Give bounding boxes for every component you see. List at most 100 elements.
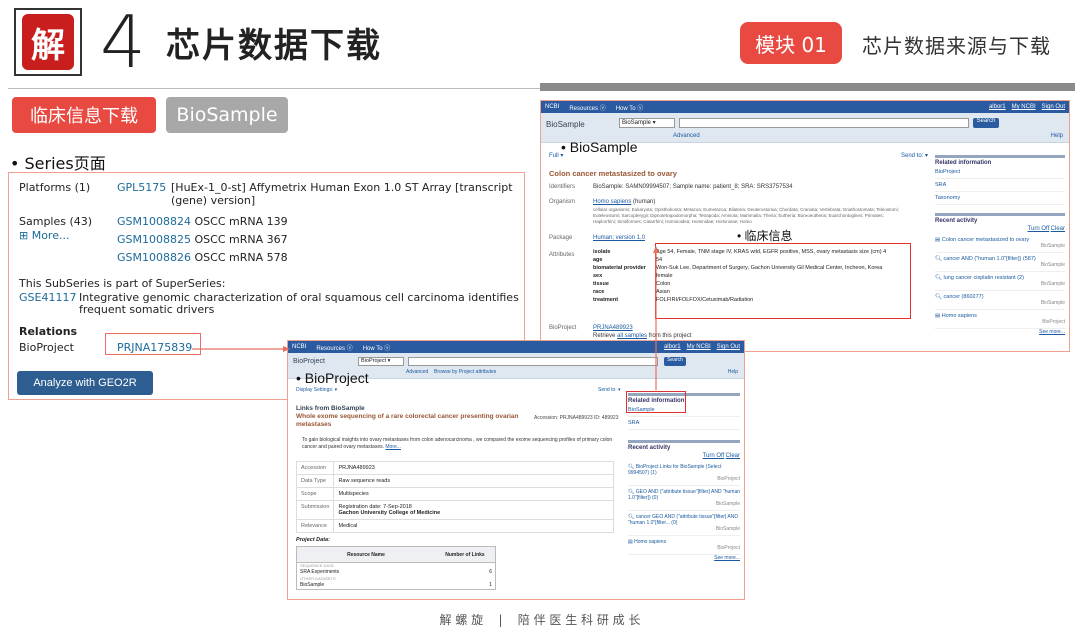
- col-resource: Resource Name: [347, 551, 385, 558]
- user-link[interactable]: albor1: [664, 344, 681, 350]
- lineage: cellular organisms; Eukaryota; Opisthoko…: [593, 207, 923, 225]
- search-button[interactable]: Search: [973, 118, 999, 128]
- meta-value-org: Gachon University College of Medicine: [338, 510, 441, 516]
- send-to-dropdown[interactable]: Send to: ▾: [598, 387, 621, 393]
- db-select[interactable]: BioSample ▾: [619, 118, 675, 128]
- full-format-dropdown[interactable]: Full ▾: [549, 152, 563, 159]
- package-label: Package: [549, 235, 573, 241]
- col-links: Number of Links: [445, 551, 485, 558]
- browse-attributes-link[interactable]: Browse by Project attributes: [434, 369, 496, 375]
- platforms-label: Platforms (1): [19, 181, 91, 194]
- meta-value: PRJNA489923: [333, 461, 614, 475]
- bioproject-link[interactable]: PRJNA175839: [117, 341, 192, 354]
- recent-db: BioSample: [1040, 281, 1065, 287]
- sample-link[interactable]: GSM1008826: [117, 251, 191, 264]
- advanced-link[interactable]: Advanced: [673, 133, 700, 139]
- recent-item[interactable]: 🔍︎ BioProject Links for BioSample (Selec…: [628, 461, 740, 486]
- identifiers-label: Identifiers: [549, 184, 576, 190]
- clear-link[interactable]: Clear: [726, 453, 740, 459]
- ncbi-nav-bar: NCBI Resources ⓥ How To ⓥ albor1 My NCBI S…: [541, 101, 1069, 113]
- recent-item[interactable]: 🔍︎ lung cancer cisplatin resistant (2) Bi…: [935, 272, 1065, 291]
- record-title: Colon cancer metastasized to ovary: [549, 169, 677, 178]
- see-more-link[interactable]: See more...: [935, 329, 1065, 335]
- all-samples-link[interactable]: all samples: [617, 333, 647, 339]
- help-link[interactable]: Help: [728, 369, 738, 375]
- organism-link[interactable]: Homo sapiens: [593, 199, 631, 205]
- document-icon: ▤: [628, 539, 633, 545]
- send-to-dropdown[interactable]: Send to: ▾: [901, 152, 928, 159]
- my-ncbi-link[interactable]: My NCBI: [687, 344, 711, 350]
- resources-menu[interactable]: Resources ⓥ: [316, 343, 352, 352]
- advanced-link[interactable]: Advanced: [406, 369, 428, 375]
- bioproject-field-label: BioProject: [549, 325, 577, 331]
- seal-mark: 解: [22, 14, 74, 70]
- related-info-heading: Related information: [935, 155, 1065, 166]
- help-link[interactable]: Help: [1051, 133, 1063, 139]
- recent-item[interactable]: 🔍︎ cancer (860277) BioSample: [935, 291, 1065, 310]
- recent-item[interactable]: ▤ Colon cancer metastasized to ovary BioS…: [935, 234, 1065, 253]
- header-bar: [540, 83, 1075, 91]
- table-row[interactable]: SRA Experiments 6: [297, 568, 495, 576]
- my-ncbi-link[interactable]: My NCBI: [1012, 104, 1036, 110]
- ncbi-logo[interactable]: NCBI: [545, 104, 559, 110]
- bioproject-label: BioProject: [19, 341, 74, 354]
- related-bioproject[interactable]: BioProject: [935, 166, 1065, 179]
- search-input[interactable]: [408, 357, 658, 366]
- recent-item[interactable]: 🔍︎ GEO AND ("attribute tissue"[filter] A…: [628, 486, 740, 511]
- recent-activity-heading: Recent activity: [628, 440, 740, 451]
- module-badge: 模块 01: [740, 22, 842, 64]
- clear-link[interactable]: Clear: [1051, 226, 1065, 232]
- db-label: BioProject: [293, 358, 325, 365]
- analyze-geo2r-button[interactable]: Analyze with GEO2R: [17, 371, 153, 395]
- sign-out-link[interactable]: Sign Out: [717, 344, 740, 350]
- table-row[interactable]: BioSample 1: [297, 581, 495, 589]
- footer-separator: |: [498, 613, 503, 627]
- package-link[interactable]: Human; version 1.0: [593, 235, 645, 241]
- display-settings-dropdown[interactable]: Display Settings: ▾: [296, 387, 337, 393]
- recent-db: BioSample: [1040, 243, 1065, 249]
- platform-link[interactable]: GPL5175: [117, 181, 166, 194]
- see-more-link[interactable]: See more...: [628, 555, 740, 561]
- meta-row: Accession PRJNA489923: [295, 461, 614, 475]
- recent-item[interactable]: 🔍︎ cancer AND ("human 1.0"[filter]) (587…: [935, 253, 1065, 272]
- sample-link[interactable]: GSM1008824: [117, 215, 191, 228]
- turn-off-link[interactable]: Turn Off: [703, 453, 725, 459]
- recent-db: BioProject: [717, 545, 740, 551]
- recent-db: BioSample: [715, 501, 740, 507]
- sign-out-link[interactable]: Sign Out: [1042, 104, 1065, 110]
- ncbi-logo[interactable]: NCBI: [292, 344, 306, 350]
- recent-item[interactable]: ▤ Homo sapiens BioProject: [628, 536, 740, 555]
- clinical-download-tab[interactable]: 临床信息下载: [12, 97, 156, 133]
- footer-slogan: 陪 伴 医 生 科 研 成 长: [517, 613, 641, 627]
- more-samples-link[interactable]: ⊞ More...: [19, 229, 69, 242]
- sample-link[interactable]: GSM1008825: [117, 233, 191, 246]
- user-link[interactable]: albor1: [989, 104, 1006, 110]
- attribute-key: treatment: [593, 297, 619, 303]
- project-meta-table: Accession PRJNA489923 Data Type Raw sequen…: [295, 461, 614, 533]
- logo: 解: [14, 8, 82, 76]
- superseries-link[interactable]: GSE41117: [19, 291, 76, 304]
- related-sra[interactable]: SRA: [628, 417, 740, 430]
- related-biosample-highlight: [626, 391, 686, 413]
- meta-key: Relevance: [295, 519, 335, 533]
- bioproject-link[interactable]: PRJNA489923: [593, 325, 633, 331]
- howto-menu[interactable]: How To ⓥ: [363, 343, 391, 352]
- document-icon: ▤: [935, 313, 941, 319]
- howto-menu[interactable]: How To ⓥ: [616, 103, 644, 112]
- recent-item[interactable]: ▤ Homo sapiens BioProject: [935, 310, 1065, 329]
- related-taxonomy[interactable]: Taxonomy: [935, 192, 1065, 205]
- resources-menu[interactable]: Resources ⓥ: [569, 103, 605, 112]
- more-link[interactable]: More...: [385, 444, 401, 450]
- project-data-heading: Project Data:: [296, 537, 330, 543]
- document-icon: ▤: [935, 237, 941, 243]
- organism-label: Organism: [549, 199, 576, 205]
- attribute-key: sex: [593, 273, 603, 279]
- db-select[interactable]: BioProject ▾: [358, 357, 404, 366]
- biosample-tab[interactable]: BioSample: [166, 97, 288, 133]
- search-input[interactable]: [679, 118, 969, 128]
- search-button[interactable]: Search: [664, 357, 686, 366]
- sample-desc: OSCC mRNA 139: [194, 215, 288, 228]
- related-sra[interactable]: SRA: [935, 179, 1065, 192]
- recent-item[interactable]: 🔍︎ cancer GEO AND ("attribute tissue"[fi…: [628, 511, 740, 536]
- turn-off-link[interactable]: Turn Off: [1028, 226, 1050, 232]
